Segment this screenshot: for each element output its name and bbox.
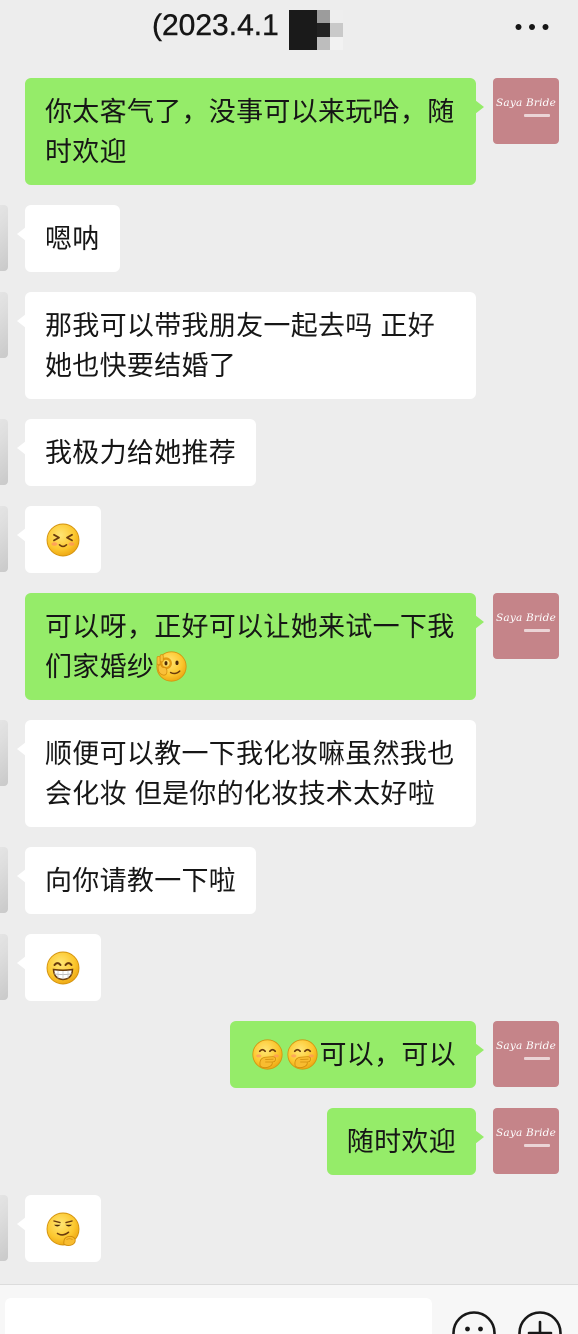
message-row-sent: 你太客气了，没事可以来玩哈，随 时欢迎 Saya Bride [0,78,578,185]
message-row-received: 那我可以带我朋友一起去吗 正好 她也快要结婚了 [0,292,578,399]
message-row-received: 向你请教一下啦 [0,847,578,914]
avatar-logo-text: Saya Bride [495,97,556,109]
message-row-received [0,506,578,573]
self-avatar[interactable]: Saya Bride [493,1021,559,1087]
message-text: 可以呀，正好可以让她来试一下我 [45,611,455,642]
avatar-logo-subtitle [524,1144,550,1147]
message-row-sent: 可以，可以 Saya Bride [0,1021,578,1088]
emoji-glyph [46,1211,80,1246]
snicker-emoji [251,1038,283,1070]
avatar-logo-subtitle [524,629,550,632]
message-text-line: 们家婚纱 [45,647,456,687]
self-avatar[interactable]: Saya Bride [493,78,559,144]
message-row-received [0,1195,578,1262]
contact-avatar[interactable] [0,720,8,786]
message-text: 你太客气了，没事可以来玩哈，随 [45,96,455,127]
self-avatar[interactable]: Saya Bride [493,1108,559,1174]
message-input[interactable] [5,1298,432,1334]
avatar-logo-text: Saya Bride [495,1127,556,1139]
emoji-glyph [155,650,188,682]
message-bubble[interactable]: 可以呀，正好可以让她来试一下我 们家婚纱 [25,593,484,700]
chat-title: (2023.4.1 [152,9,279,42]
avatar-logo-subtitle [524,114,550,117]
grinning-emoji [46,950,80,985]
emoji-face-icon[interactable] [451,1310,497,1334]
emoji-glyph [286,1038,318,1070]
shy-smile-emoji [46,522,80,557]
message-text: 她也快要结婚了 [45,350,237,381]
message-list[interactable]: 你太客气了，没事可以来玩哈，随 时欢迎 Saya Bride 嗯呐 那我可以带我… [0,58,578,1284]
message-row-received: 顺便可以教一下我化妆嘛虽然我也 会化妆 但是你的化妆技术太好啦 [0,720,578,827]
message-bubble[interactable]: 随时欢迎 [326,1108,485,1175]
self-avatar[interactable]: Saya Bride [493,593,559,659]
message-bubble[interactable]: 嗯呐 [17,205,120,272]
message-text: 可以，可以 [319,1039,456,1070]
message-text: 向你请教一下啦 [45,865,237,896]
message-row-received [0,934,578,1001]
contact-avatar[interactable] [0,847,8,913]
message-text: 那我可以带我朋友一起去吗 正好 [45,310,436,341]
message-row-received: 我极力给她推荐 [0,419,578,486]
message-bubble[interactable]: 顺便可以教一下我化妆嘛虽然我也 会化妆 但是你的化妆技术太好啦 [17,720,476,827]
emoji-line [45,948,81,988]
emoji-line [45,520,81,560]
message-row-received: 嗯呐 [0,205,578,272]
message-row-sent: 随时欢迎 Saya Bride [0,1108,578,1175]
message-bubble[interactable]: 我极力给她推荐 [16,419,257,486]
smirk-emoji [46,1211,80,1246]
contact-avatar[interactable] [0,934,8,1000]
contact-avatar[interactable] [0,292,8,358]
message-text: 嗯呐 [45,223,100,254]
snicker-emoji [286,1038,318,1070]
emoji-line [45,1209,81,1249]
emoji-glyph [251,1038,283,1070]
message-text: 随时欢迎 [346,1126,456,1157]
message-text-line: 可以，可以 [250,1035,457,1075]
emoji-glyph [46,522,80,557]
contact-avatar[interactable] [0,506,8,572]
plus-icon[interactable] [517,1310,563,1334]
chat-header: (2023.4.1 [0,0,578,58]
avatar-logo-text: Saya Bride [495,1040,556,1052]
chat-screen: (2023.4.1 你太客气了，没事可以来玩哈，随 时欢迎 Saya Bride… [0,0,578,1334]
contact-avatar[interactable] [0,1195,8,1261]
message-text: 们家婚纱 [45,651,155,682]
emoji-message-bubble[interactable] [17,934,101,1001]
more-dots-icon[interactable] [515,23,549,31]
avatar-logo-subtitle [524,1057,550,1060]
ok-hand-face-emoji [155,650,188,682]
message-text: 会化妆 但是你的化妆技术太好啦 [45,778,436,809]
emoji-message-bubble[interactable] [17,506,101,573]
message-row-sent: 可以呀，正好可以让她来试一下我 们家婚纱 Saya Bride [0,593,578,700]
contact-avatar[interactable] [0,419,8,485]
contact-avatar[interactable] [0,205,8,271]
message-bubble[interactable]: 向你请教一下啦 [16,847,257,914]
input-bar [0,1284,578,1334]
emoji-glyph [46,950,80,985]
message-text: 时欢迎 [45,136,127,167]
redacted-mosaic [289,10,343,50]
emoji-message-bubble[interactable] [17,1195,101,1262]
message-text: 我极力给她推荐 [45,437,237,468]
message-bubble[interactable]: 可以，可以 [229,1021,484,1088]
message-text: 顺便可以教一下我化妆嘛虽然我也 [45,738,455,769]
message-bubble[interactable]: 你太客气了，没事可以来玩哈，随 时欢迎 [25,78,484,185]
avatar-logo-text: Saya Bride [495,612,556,624]
message-bubble[interactable]: 那我可以带我朋友一起去吗 正好 她也快要结婚了 [17,292,476,399]
